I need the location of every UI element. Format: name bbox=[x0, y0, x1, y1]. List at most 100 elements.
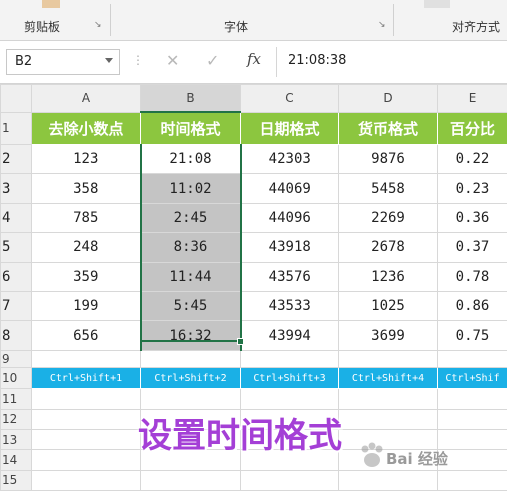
fill-handle[interactable] bbox=[237, 338, 244, 345]
row-number[interactable]: 6 bbox=[0, 261, 32, 292]
cell[interactable]: 43576 bbox=[240, 261, 339, 292]
row-number[interactable]: 4 bbox=[0, 202, 32, 234]
column-header-d[interactable]: D bbox=[338, 84, 438, 113]
chevron-down-icon[interactable] bbox=[105, 58, 113, 63]
ribbon-separator bbox=[110, 4, 111, 36]
row-number[interactable]: 5 bbox=[0, 232, 32, 263]
cell[interactable] bbox=[338, 469, 438, 491]
cell[interactable] bbox=[31, 349, 141, 369]
cell[interactable]: 0.75 bbox=[437, 320, 507, 351]
selected-cell[interactable]: 16:32 bbox=[139, 320, 242, 351]
cell[interactable]: 0.78 bbox=[437, 261, 507, 292]
select-all-corner[interactable] bbox=[0, 84, 32, 113]
formula-input[interactable]: 21:08:38 bbox=[288, 53, 346, 68]
cell[interactable] bbox=[31, 428, 141, 451]
cell[interactable] bbox=[240, 469, 339, 491]
cell[interactable]: 5458 bbox=[338, 173, 438, 204]
cell[interactable] bbox=[240, 388, 339, 410]
cell[interactable]: 43918 bbox=[240, 232, 339, 263]
cell[interactable]: 199 bbox=[31, 290, 141, 322]
cell[interactable]: 248 bbox=[31, 232, 141, 263]
cell[interactable]: 1025 bbox=[338, 290, 438, 322]
header-cell[interactable]: 货币格式 bbox=[338, 111, 438, 145]
cell[interactable]: 0.37 bbox=[437, 232, 507, 263]
header-cell[interactable]: 日期格式 bbox=[240, 111, 339, 145]
cell[interactable]: 2269 bbox=[338, 202, 438, 234]
cell[interactable] bbox=[31, 469, 141, 491]
shortcut-cell[interactable]: Ctrl+Shift+2 bbox=[140, 367, 241, 390]
cell[interactable]: 656 bbox=[31, 320, 141, 351]
row-number[interactable]: 14 bbox=[0, 449, 32, 471]
cell[interactable] bbox=[437, 469, 507, 491]
ribbon-button-fragment[interactable] bbox=[42, 0, 60, 8]
cell[interactable]: 3699 bbox=[338, 320, 438, 351]
shortcut-cell[interactable]: Ctrl+Shift+4 bbox=[338, 367, 438, 390]
cell[interactable] bbox=[437, 349, 507, 369]
cell[interactable] bbox=[338, 408, 438, 430]
cell[interactable]: 0.36 bbox=[437, 202, 507, 234]
cell[interactable]: 359 bbox=[31, 261, 141, 292]
row-number[interactable]: 2 bbox=[0, 143, 32, 175]
row-number[interactable]: 9 bbox=[0, 349, 32, 369]
row-number[interactable]: 3 bbox=[0, 173, 32, 204]
selected-cell[interactable]: 11:02 bbox=[139, 173, 242, 204]
cell[interactable]: 1236 bbox=[338, 261, 438, 292]
insert-function-icon[interactable]: fx bbox=[247, 50, 261, 68]
font-launcher-icon[interactable]: ↘ bbox=[378, 20, 386, 30]
cell[interactable] bbox=[31, 449, 141, 471]
cell[interactable] bbox=[338, 349, 438, 369]
shortcut-cell[interactable]: Ctrl+Shif bbox=[437, 367, 507, 390]
ribbon-button-fragment[interactable] bbox=[424, 0, 450, 8]
row-number[interactable]: 15 bbox=[0, 469, 32, 491]
cell[interactable]: 44096 bbox=[240, 202, 339, 234]
name-box[interactable]: B2 bbox=[6, 49, 120, 75]
cell[interactable]: 42303 bbox=[240, 143, 339, 175]
clipboard-launcher-icon[interactable]: ↘ bbox=[94, 20, 102, 30]
cell[interactable] bbox=[31, 388, 141, 410]
row-number[interactable]: 1 bbox=[0, 111, 32, 145]
column-header-a[interactable]: A bbox=[31, 84, 141, 113]
shortcut-cell[interactable]: Ctrl+Shift+1 bbox=[31, 367, 141, 390]
check-icon[interactable]: ✓ bbox=[206, 51, 219, 70]
cancel-icon[interactable]: ✕ bbox=[166, 51, 179, 70]
cell[interactable] bbox=[240, 349, 339, 369]
row-number[interactable]: 13 bbox=[0, 428, 32, 451]
header-cell[interactable]: 时间格式 bbox=[140, 111, 241, 145]
cell[interactable]: 44069 bbox=[240, 173, 339, 204]
cell[interactable]: 9876 bbox=[338, 143, 438, 175]
column-header-b[interactable]: B bbox=[140, 84, 241, 114]
cell[interactable] bbox=[437, 388, 507, 410]
cell[interactable] bbox=[31, 408, 141, 430]
shortcut-cell[interactable]: Ctrl+Shift+3 bbox=[240, 367, 339, 390]
row-number[interactable]: 12 bbox=[0, 408, 32, 430]
row-number[interactable]: 11 bbox=[0, 388, 32, 410]
selected-cell[interactable]: 2:45 bbox=[139, 202, 242, 234]
cell[interactable]: 0.22 bbox=[437, 143, 507, 175]
column-header-c[interactable]: C bbox=[240, 84, 339, 113]
header-cell[interactable]: 去除小数点 bbox=[31, 111, 141, 145]
cell[interactable] bbox=[140, 388, 241, 410]
cell[interactable] bbox=[437, 428, 507, 451]
cell[interactable] bbox=[140, 469, 241, 491]
active-cell[interactable]: 21:08 bbox=[139, 143, 242, 175]
cell[interactable] bbox=[140, 349, 241, 369]
cell[interactable]: 358 bbox=[31, 173, 141, 204]
row-number[interactable]: 7 bbox=[0, 290, 32, 322]
cell[interactable]: 0.86 bbox=[437, 290, 507, 322]
row-number[interactable]: 10 bbox=[0, 367, 32, 390]
header-cell[interactable]: 百分比 bbox=[437, 111, 507, 145]
cell[interactable]: 43533 bbox=[240, 290, 339, 322]
cell[interactable] bbox=[338, 428, 438, 451]
cell[interactable] bbox=[437, 408, 507, 430]
column-header-e[interactable]: E bbox=[437, 84, 507, 113]
cell[interactable]: 785 bbox=[31, 202, 141, 234]
row-number[interactable]: 8 bbox=[0, 320, 32, 351]
selected-cell[interactable]: 5:45 bbox=[139, 290, 242, 322]
selected-cell[interactable]: 11:44 bbox=[139, 261, 242, 292]
cell[interactable]: 2678 bbox=[338, 232, 438, 263]
cell[interactable] bbox=[338, 388, 438, 410]
cell[interactable]: 43994 bbox=[240, 320, 339, 351]
selected-cell[interactable]: 8:36 bbox=[139, 232, 242, 263]
cell[interactable]: 123 bbox=[31, 143, 141, 175]
cell[interactable]: 0.23 bbox=[437, 173, 507, 204]
